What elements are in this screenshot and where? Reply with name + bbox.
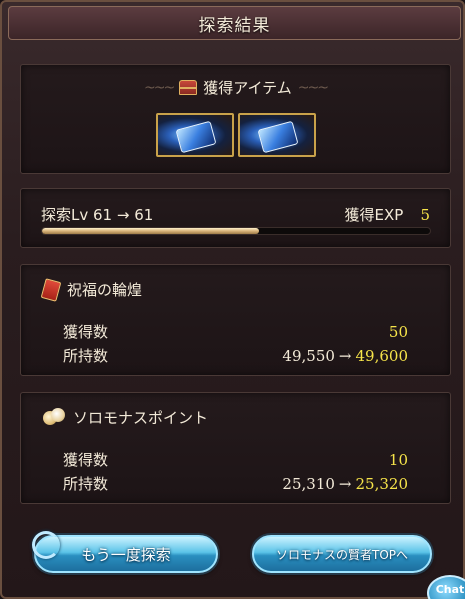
owned-new: 25,320: [355, 475, 409, 493]
reward-panel-blessing: 祝福の輪煌 獲得数 50 所持数 49,550 → 49,600: [20, 264, 451, 376]
chat-label: Chat: [435, 583, 465, 596]
ticket-icon: [40, 277, 62, 302]
dialog-title: 探索結果: [198, 15, 271, 36]
left-flourish: ~~~: [144, 79, 175, 96]
owned-value: 25,310 → 25,320: [282, 475, 408, 493]
explore-again-label: もう一度探索: [81, 545, 171, 564]
reward-panel-solomonas: ソロモナスポイント 獲得数 10 所持数 25,310 → 25,320: [20, 392, 451, 504]
arrow: →: [338, 347, 352, 365]
right-flourish: ~~~: [297, 79, 329, 96]
item-thumbnail[interactable]: [155, 113, 234, 157]
reward-title: 祝福の輪煌: [40, 277, 143, 302]
owned-old: 25,310: [282, 475, 335, 493]
owned-row: 所持数 25,310 → 25,320: [63, 473, 408, 494]
item-thumbnail[interactable]: [237, 113, 316, 157]
gain-label: 獲得数: [63, 323, 109, 341]
explore-level-text: 探索Lv 61 → 61: [41, 206, 154, 224]
exp-label: 獲得EXP: [344, 206, 404, 224]
reward-title: ソロモナスポイント: [43, 407, 208, 428]
dialog-title-bar: 探索結果: [8, 6, 461, 40]
gain-value: 50: [388, 323, 408, 341]
reward-name: ソロモナスポイント: [73, 409, 209, 427]
exp-group: 獲得EXP 5: [345, 204, 430, 225]
owned-new: 49,600: [355, 347, 409, 365]
acquired-items-header: ~~~ 獲得アイテム ~~~: [21, 77, 450, 98]
owned-label: 所持数: [63, 475, 109, 493]
exp-progress-bar: [41, 227, 431, 235]
exp-progress-fill: [42, 228, 260, 234]
retry-icon: [32, 531, 60, 559]
owned-row: 所持数 49,550 → 49,600: [63, 345, 408, 366]
reward-name: 祝福の輪煌: [67, 281, 143, 299]
chest-icon: [179, 80, 198, 95]
level-exp-panel: 探索Lv 61 → 61 獲得EXP 5: [20, 188, 451, 248]
owned-value: 49,550 → 49,600: [282, 347, 408, 365]
owned-label: 所持数: [63, 347, 109, 365]
solomonas-top-label: ソロモナスの賢者TOPへ: [275, 547, 408, 562]
gain-label: 獲得数: [63, 451, 109, 469]
gain-row: 獲得数 10: [63, 449, 408, 470]
level-row: 探索Lv 61 → 61 獲得EXP 5: [41, 204, 430, 225]
exp-value: 5: [420, 206, 430, 224]
acquired-items-label: 獲得アイテム: [203, 79, 292, 97]
arrow: →: [338, 475, 352, 493]
solomonas-top-button[interactable]: ソロモナスの賢者TOPへ: [252, 535, 432, 573]
gain-value: 10: [388, 451, 408, 469]
coin-icon: [43, 407, 65, 428]
acquired-items-panel: ~~~ 獲得アイテム ~~~: [20, 64, 451, 174]
result-dialog: 探索結果 ~~~ 獲得アイテム ~~~ 探索Lv 61 → 61 獲得EXP 5: [0, 0, 465, 599]
gain-row: 獲得数 50: [63, 321, 408, 342]
item-thumbnails: [21, 113, 450, 157]
owned-old: 49,550: [282, 347, 335, 365]
explore-again-button[interactable]: もう一度探索: [32, 531, 218, 573]
chat-icon[interactable]: Chat: [427, 575, 465, 599]
